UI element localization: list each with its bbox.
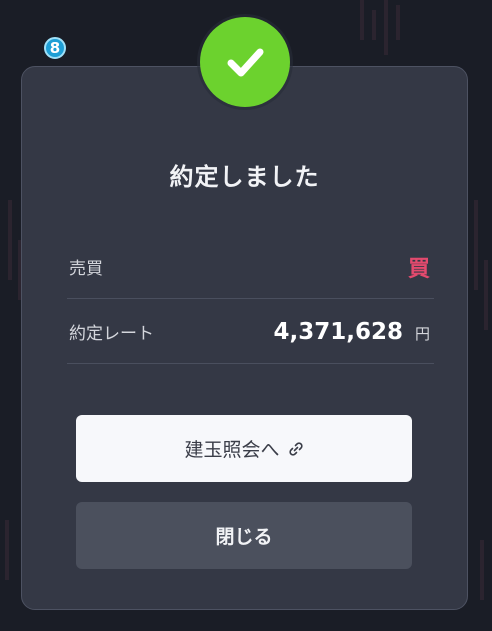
close-button[interactable]: 閉じる xyxy=(76,502,412,569)
execution-rate-value: 4,371,628 xyxy=(273,318,403,345)
positions-inquiry-button-label: 建玉照会へ xyxy=(184,439,280,461)
step-number-badge: 8 xyxy=(44,37,66,59)
link-icon xyxy=(288,441,304,457)
side-row: 売買 買 xyxy=(67,235,434,299)
dialog-title: 約定しました xyxy=(169,163,320,191)
side-value: 買 xyxy=(407,256,430,282)
execution-rate-row: 約定レート 4,371,628 円 xyxy=(67,300,434,364)
close-button-label: 閉じる xyxy=(215,526,273,548)
trade-confirmation-dialog: 約定しました 売買 買 約定レート 4,371,628 円 建玉照会へ 閉じる xyxy=(21,66,468,610)
execution-rate-label: 約定レート xyxy=(69,324,154,344)
check-circle-icon xyxy=(200,17,290,107)
positions-inquiry-button[interactable]: 建玉照会へ xyxy=(76,415,412,482)
execution-rate-unit: 円 xyxy=(414,324,430,343)
side-label: 売買 xyxy=(69,259,103,279)
execution-rate-value-group: 4,371,628 円 xyxy=(273,319,434,345)
